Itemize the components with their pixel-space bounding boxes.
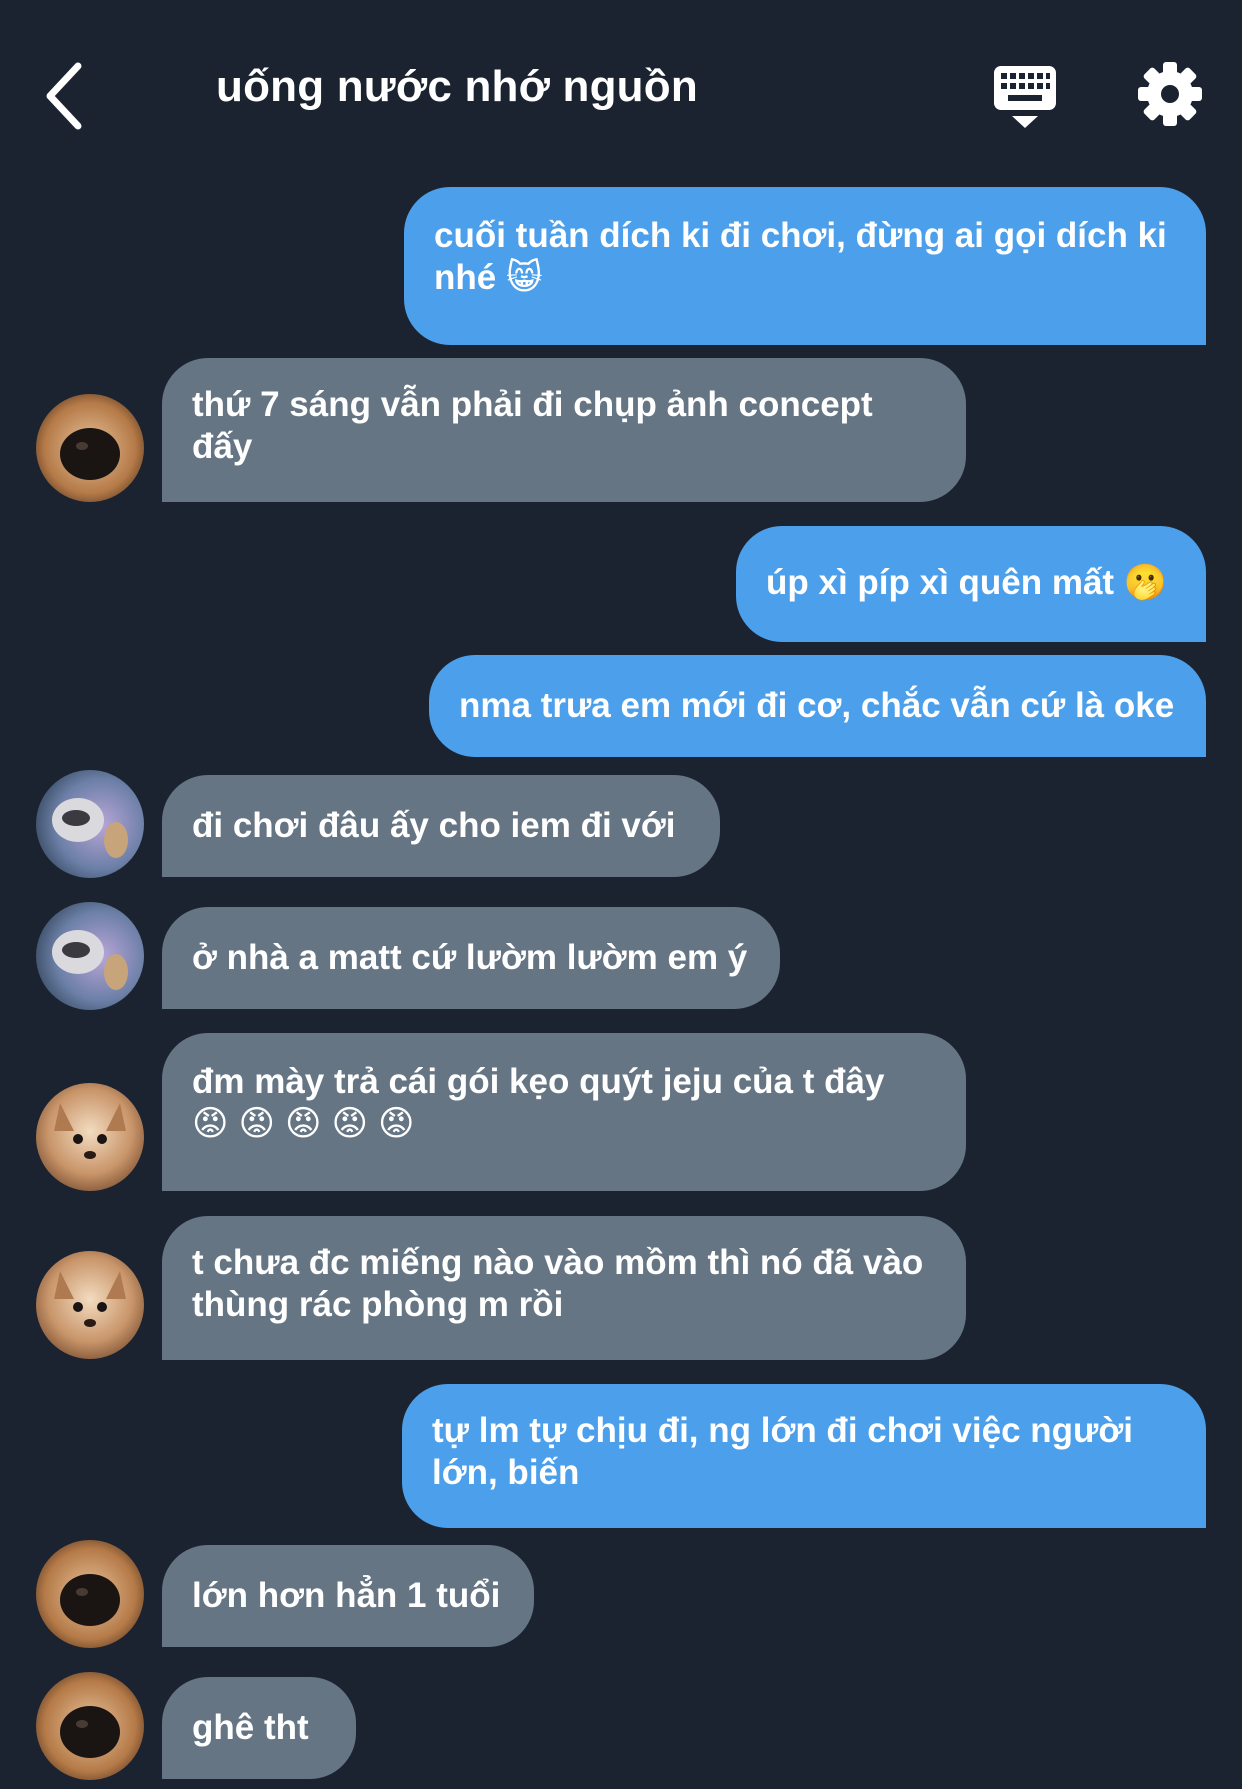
angry-emoji-row: 😡😡😡😡😡 bbox=[192, 1104, 425, 1144]
message-bubble-incoming[interactable]: đi chơi đâu ấy cho iem đi với bbox=[162, 775, 720, 877]
message-bubble-incoming[interactable]: thứ 7 sáng vẫn phải đi chụp ảnh concept … bbox=[162, 358, 966, 502]
message-text: ghê tht bbox=[192, 1708, 309, 1747]
message-text: đm mày trả cái gói kẹo quýt jeju của t đ… bbox=[192, 1062, 885, 1101]
message-bubble-outgoing[interactable]: úp xì píp xì quên mất 🫢 bbox=[736, 526, 1206, 642]
message-text: lớn hơn hẳn 1 tuổi bbox=[192, 1576, 501, 1615]
settings-button[interactable] bbox=[1136, 60, 1204, 128]
message-text: cuối tuần dích ki đi chơi, đừng ai gọi d… bbox=[434, 216, 1167, 297]
message-text: t chưa đc miếng nào vào mồm thì nó đã và… bbox=[192, 1243, 924, 1324]
message-text: đi chơi đâu ấy cho iem đi với bbox=[192, 806, 676, 845]
keyboard-button[interactable] bbox=[990, 60, 1062, 132]
message-text: tự lm tự chịu đi, ng lớn đi chơi việc ng… bbox=[432, 1411, 1133, 1492]
keyboard-icon bbox=[994, 66, 1056, 128]
chihuahua-avatar[interactable] bbox=[36, 1251, 144, 1359]
chihuahua-avatar[interactable] bbox=[36, 1083, 144, 1191]
message-text: thứ 7 sáng vẫn phải đi chụp ảnh concept … bbox=[192, 385, 873, 466]
message-bubble-incoming[interactable]: ghê tht bbox=[162, 1677, 356, 1779]
chevron-left-icon bbox=[46, 62, 82, 130]
message-bubble-incoming[interactable]: đm mày trả cái gói kẹo quýt jeju của t đ… bbox=[162, 1033, 966, 1191]
dog-avatar[interactable] bbox=[36, 394, 144, 502]
message-bubble-incoming[interactable]: t chưa đc miếng nào vào mồm thì nó đã và… bbox=[162, 1216, 966, 1360]
gear-icon bbox=[1138, 62, 1202, 126]
message-text: úp xì píp xì quên mất 🫢 bbox=[766, 563, 1168, 602]
chat-header: uống nước nhớ nguồn bbox=[0, 0, 1242, 180]
back-button[interactable] bbox=[38, 58, 98, 134]
message-bubble-outgoing[interactable]: cuối tuần dích ki đi chơi, đừng ai gọi d… bbox=[404, 187, 1206, 345]
raccoon-avatar[interactable] bbox=[36, 902, 144, 1010]
dog-avatar[interactable] bbox=[36, 1672, 144, 1780]
dog-avatar[interactable] bbox=[36, 1540, 144, 1648]
message-bubble-incoming[interactable]: ở nhà a matt cứ lườm lườm em ý bbox=[162, 907, 780, 1009]
chat-title: uống nước nhớ nguồn bbox=[216, 62, 698, 111]
message-bubble-incoming[interactable]: lớn hơn hẳn 1 tuổi bbox=[162, 1545, 534, 1647]
message-text: ở nhà a matt cứ lườm lườm em ý bbox=[192, 938, 748, 977]
message-text: nma trưa em mới đi cơ, chắc vẫn cứ là ok… bbox=[459, 686, 1175, 725]
message-bubble-outgoing[interactable]: tự lm tự chịu đi, ng lớn đi chơi việc ng… bbox=[402, 1384, 1206, 1528]
raccoon-avatar[interactable] bbox=[36, 770, 144, 878]
message-bubble-outgoing[interactable]: nma trưa em mới đi cơ, chắc vẫn cứ là ok… bbox=[429, 655, 1206, 757]
